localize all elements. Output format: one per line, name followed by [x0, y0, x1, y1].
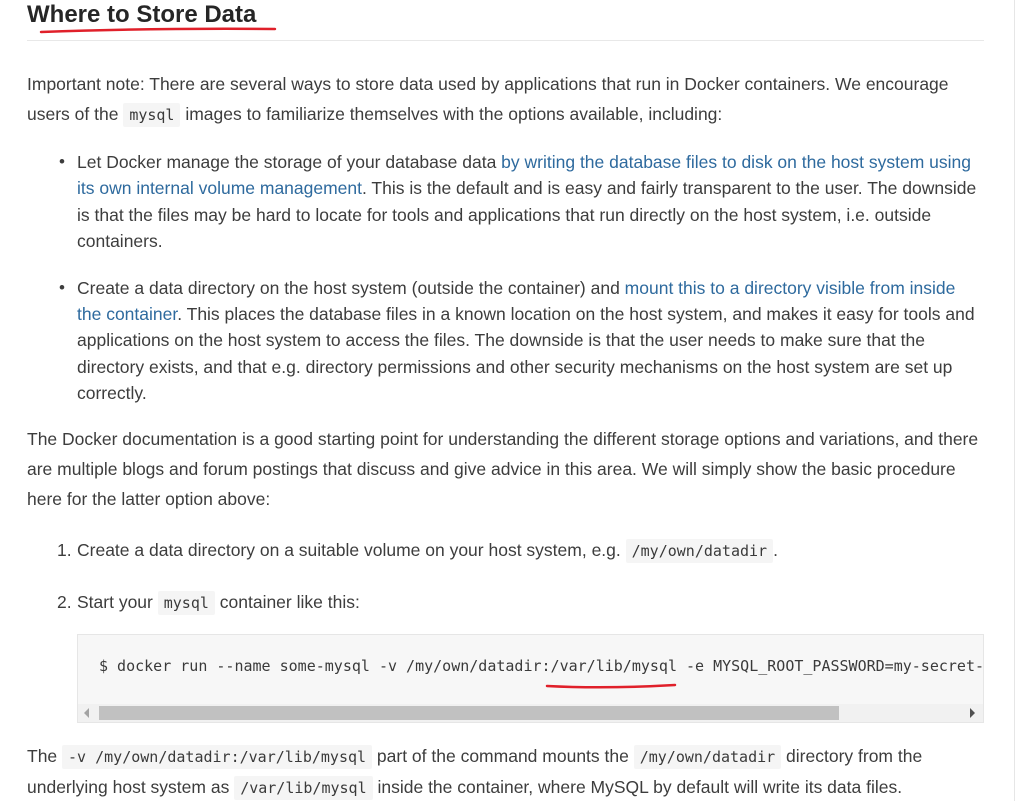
step-text-end: container like this: [214, 592, 360, 612]
explanation-text: part of the command mounts the [372, 746, 634, 766]
scrollbar-thumb[interactable] [99, 706, 839, 720]
list-item: 2. Start your mysql container like this: [27, 587, 984, 618]
inline-code-mysql: mysql [157, 591, 215, 615]
inline-code-mysql: mysql [123, 103, 181, 127]
docker-run-command[interactable]: $ docker run --name some-mysql -v /my/ow… [99, 657, 983, 675]
horizontal-scrollbar[interactable] [78, 704, 983, 722]
step-text: Create a data directory on a suitable vo… [77, 540, 626, 560]
bullet-text: Create a data directory on the host syst… [77, 277, 625, 298]
step-text-end: . [773, 540, 778, 560]
inline-code-var-lib-mysql: /var/lib/mysql [234, 776, 373, 800]
list-item: 1. Create a data directory on a suitable… [27, 535, 984, 566]
storage-options-list: Let Docker manage the storage of your da… [27, 149, 984, 427]
intro-text-end: images to familiarize themselves with th… [180, 104, 723, 124]
bullet-text: Let Docker manage the storage of your da… [77, 152, 502, 172]
scroll-left-arrow-icon[interactable] [84, 708, 89, 718]
inline-code-datadir: /my/own/datadir [625, 539, 774, 563]
code-block[interactable]: $ docker run --name some-mysql -v /my/ow… [77, 634, 984, 723]
procedure-steps: 1. Create a data directory on a suitable… [27, 535, 984, 618]
docs-paragraph: The Docker documentation is a good start… [27, 429, 979, 509]
explanation-text-end: inside the container, where MySQL by def… [372, 777, 903, 797]
bullet-text-end: . This places the database files in a kn… [77, 304, 975, 404]
red-annotation-underline-code [545, 683, 677, 689]
section-title: Where to Store Data [27, 1, 257, 28]
inline-code-datadir: /my/own/datadir [633, 745, 782, 769]
explanation-paragraph: The -v /my/own/datadir:/var/lib/mysql pa… [27, 741, 984, 803]
page-divider [1014, 0, 1015, 801]
list-item: Let Docker manage the storage of your da… [27, 149, 984, 255]
scroll-right-arrow-icon[interactable] [970, 708, 975, 718]
list-item: Create a data directory on the host syst… [27, 275, 984, 407]
step-text: Start your [77, 592, 158, 612]
explanation-text: The [27, 746, 63, 766]
step-number: 1. [57, 540, 72, 560]
red-annotation-underline-title [39, 27, 277, 34]
intro-paragraph: Important note: There are several ways t… [27, 69, 984, 130]
inline-code-volume-flag: -v /my/own/datadir:/var/lib/mysql [62, 745, 373, 769]
step-number: 2. [57, 592, 72, 612]
